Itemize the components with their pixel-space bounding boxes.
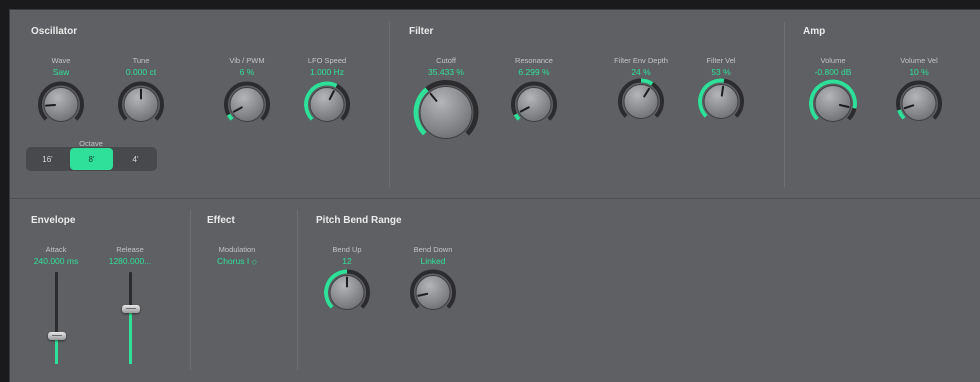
resonance-knob[interactable] — [510, 81, 558, 134]
cutoff-knob-graphic — [413, 80, 479, 139]
pitch-bend-title: Pitch Bend Range — [316, 215, 402, 226]
tune-value: 0.000 ct — [125, 67, 157, 77]
lfo-speed-label: LFO Speed — [307, 56, 347, 65]
wave-value: Saw — [52, 67, 70, 77]
chevron-updown-icon: ◇ — [251, 259, 257, 266]
knob-value-arc — [640, 78, 654, 86]
octave-option-4[interactable]: 4' — [114, 147, 157, 171]
volume-value: -0.800 dB — [814, 67, 852, 77]
vib-pwm-label: Vib / PWM — [229, 56, 265, 65]
divider-env-effect — [190, 210, 191, 370]
filter-env-depth-knob[interactable] — [617, 78, 665, 131]
filter-env-depth-knob-graphic — [618, 78, 664, 119]
filter-vel-knob[interactable] — [697, 78, 745, 131]
bend-down-value: Linked — [420, 256, 446, 266]
knob-body — [901, 86, 937, 121]
attack-value: 240.000 ms — [33, 256, 79, 266]
modulation-label: Modulation — [218, 245, 256, 254]
cutoff-value: 35.433 % — [428, 67, 464, 77]
bend-up-label: Bend Up — [332, 245, 362, 254]
modulation-menu[interactable]: Chorus I ◇ — [217, 256, 257, 266]
filter-vel-knob-graphic — [698, 78, 744, 119]
divider-filter-amp — [784, 22, 785, 187]
bend-up-value: 12 — [342, 256, 352, 266]
filter-vel-value: 53 % — [711, 67, 731, 77]
wave-label: Wave — [51, 56, 71, 65]
wave-knob[interactable] — [37, 81, 85, 134]
knob-indicator — [720, 85, 725, 97]
release-value: 1280.000... — [108, 256, 152, 266]
volume-vel-knob[interactable] — [895, 80, 943, 133]
bend-up-knob[interactable] — [323, 269, 371, 322]
knob-body — [415, 275, 451, 310]
oscillator-title: Oscillator — [31, 26, 78, 37]
cutoff-label: Cutoff — [436, 56, 456, 65]
lfo-speed-knob[interactable] — [303, 81, 351, 134]
octave-option-16[interactable]: 16' — [26, 147, 69, 171]
knob-value-arc — [226, 113, 234, 121]
bend-down-knob[interactable] — [409, 269, 457, 322]
knob-body — [814, 85, 852, 122]
wave-knob-graphic — [38, 81, 84, 122]
effect-title: Effect — [207, 215, 235, 226]
knob-body — [516, 87, 552, 122]
octave-selector: 16' 8' 4' — [26, 147, 157, 171]
filter-env-depth-label: Filter Env Depth — [614, 56, 668, 65]
divider-osc-filter — [389, 22, 390, 187]
bend-down-label: Bend Down — [413, 245, 453, 254]
filter-vel-label: Filter Vel — [706, 56, 736, 65]
release-slider-handle[interactable] — [121, 304, 140, 313]
volume-vel-label: Volume Vel — [900, 56, 938, 65]
volume-knob-graphic — [809, 79, 857, 122]
volume-knob[interactable] — [808, 79, 858, 134]
amp-title: Amp — [803, 26, 826, 37]
volume-vel-knob-graphic — [896, 80, 942, 121]
filter-env-depth-value: 24 % — [631, 67, 651, 77]
release-slider[interactable] — [121, 272, 140, 364]
release-label: Release — [116, 245, 144, 254]
bend-down-knob-graphic — [410, 269, 456, 310]
cutoff-knob[interactable] — [413, 80, 479, 151]
tune-knob-graphic — [118, 81, 164, 122]
knob-body — [703, 84, 739, 119]
octave-option-8[interactable]: 8' — [70, 148, 113, 170]
tune-label: Tune — [132, 56, 150, 65]
resonance-label: Resonance — [515, 56, 553, 65]
modulation-value: Chorus I — [217, 256, 250, 266]
divider-top-bottom — [10, 198, 980, 199]
filter-title: Filter — [409, 26, 434, 37]
volume-label: Volume — [820, 56, 846, 65]
lfo-speed-value: 1.000 Hz — [309, 67, 345, 77]
vib-pwm-knob-graphic — [224, 81, 270, 122]
attack-slider-handle[interactable] — [47, 332, 66, 341]
knob-value-arc — [513, 113, 521, 121]
vib-pwm-knob[interactable] — [223, 81, 271, 134]
knob-body — [623, 84, 659, 119]
knob-body — [229, 87, 265, 122]
bend-up-knob-graphic — [324, 269, 370, 310]
resonance-value: 6.299 % — [518, 67, 550, 77]
attack-label: Attack — [45, 245, 67, 254]
attack-slider-fill — [55, 336, 58, 364]
tune-knob[interactable] — [117, 81, 165, 134]
lfo-speed-knob-graphic — [304, 81, 350, 122]
release-slider-fill — [129, 308, 132, 364]
knob-indicator — [45, 103, 57, 107]
envelope-title: Envelope — [31, 215, 76, 226]
volume-vel-value: 10 % — [909, 67, 929, 77]
knob-body — [419, 86, 473, 139]
attack-slider[interactable] — [47, 272, 66, 364]
resonance-knob-graphic — [511, 81, 557, 122]
divider-effect-pitch — [297, 210, 298, 370]
vib-pwm-value: 6 % — [239, 67, 255, 77]
knob-body — [309, 87, 345, 122]
